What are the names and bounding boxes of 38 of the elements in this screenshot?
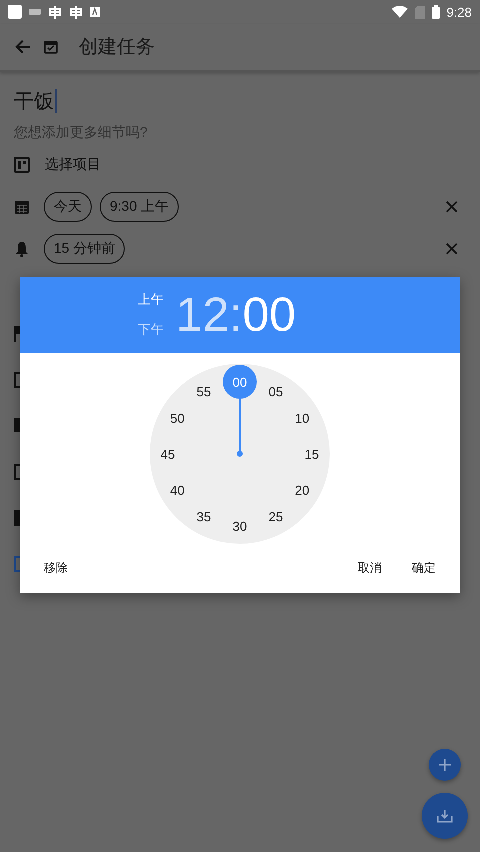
bell-icon [14, 241, 30, 257]
status-time: 9:28 [446, 4, 472, 20]
save-button[interactable] [422, 793, 468, 839]
wifi-icon [392, 6, 408, 18]
back-icon[interactable] [15, 39, 31, 55]
minute-label[interactable]: 20 [295, 483, 310, 498]
minute-label[interactable]: 10 [295, 411, 310, 426]
ok-button[interactable]: 确定 [402, 554, 446, 583]
minute-label[interactable]: 05 [268, 384, 284, 400]
cancel-button[interactable]: 取消 [348, 554, 392, 583]
close-icon[interactable] [446, 243, 458, 255]
calendar-icon [14, 199, 30, 215]
sim-icon [414, 6, 425, 18]
remove-button[interactable]: 移除 [34, 554, 78, 583]
minute-label[interactable]: 35 [196, 509, 212, 524]
plus-icon [439, 759, 451, 771]
minute-label[interactable]: 25 [268, 509, 284, 524]
screen-title: 创建任务 [79, 36, 155, 60]
bug-icon [69, 4, 83, 20]
minute-label[interactable]: 30 [232, 519, 248, 534]
clock-hand[interactable] [223, 365, 257, 457]
minute-label[interactable]: 15 [304, 447, 320, 462]
board-icon [14, 157, 30, 173]
app-icon [8, 5, 22, 19]
minute-label[interactable]: 55 [196, 384, 212, 400]
clock-face[interactable] [150, 364, 330, 544]
text-icon [90, 7, 100, 17]
add-button[interactable] [429, 749, 461, 781]
bug-icon [48, 4, 62, 20]
keyboard-icon [29, 8, 41, 16]
battery-icon [432, 5, 440, 19]
calendar-check-icon [44, 40, 58, 54]
time-separator: : [229, 288, 243, 342]
minute-label[interactable]: 50 [170, 411, 185, 426]
close-icon[interactable] [446, 201, 458, 213]
minute-label[interactable]: 45 [160, 447, 176, 462]
minute-label[interactable]: 40 [170, 483, 185, 498]
download-icon [437, 809, 453, 823]
